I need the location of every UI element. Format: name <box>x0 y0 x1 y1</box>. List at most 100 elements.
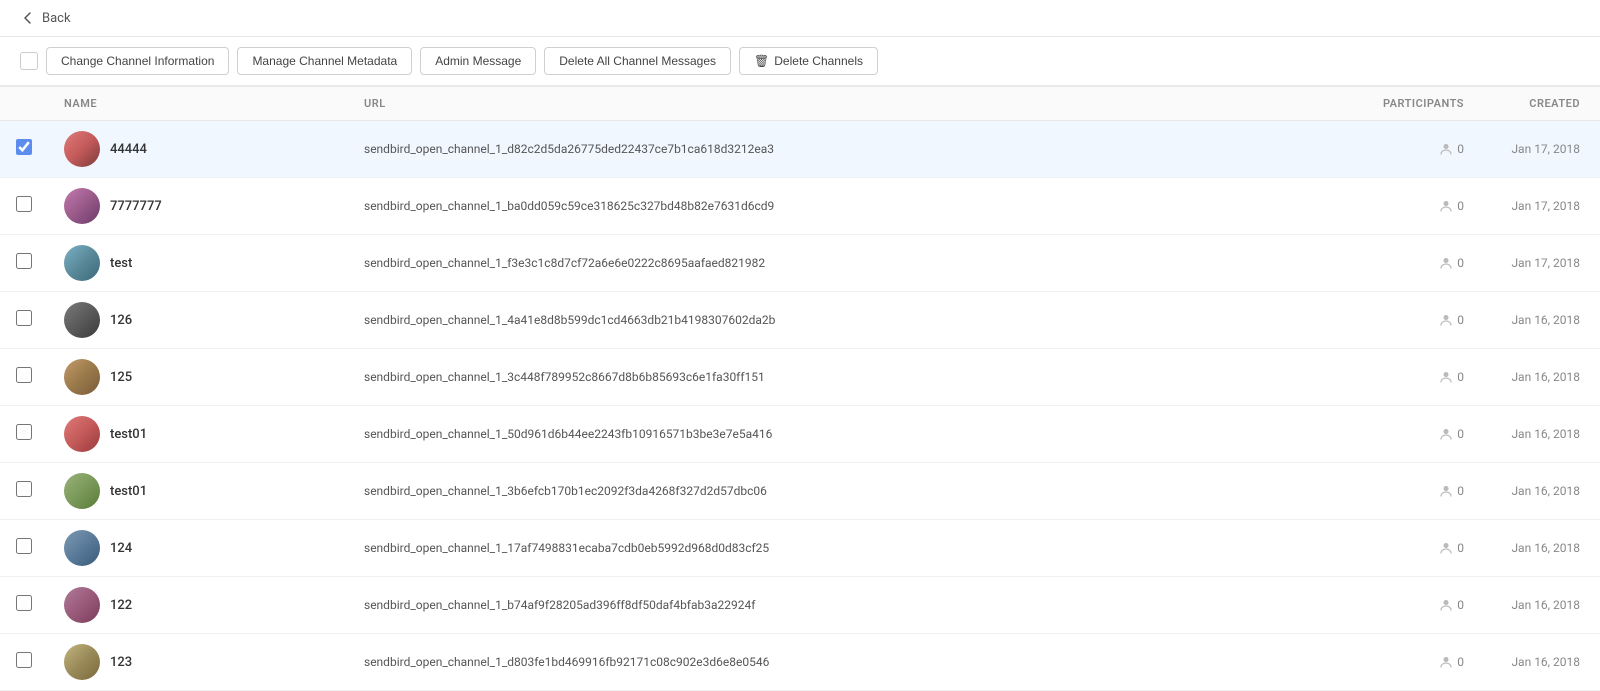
row-created-cell: Jan 16, 2018 <box>1480 406 1600 463</box>
row-created-cell: Jan 17, 2018 <box>1480 178 1600 235</box>
table-row: 7777777 sendbird_open_channel_1_ba0dd059… <box>0 178 1600 235</box>
col-header-created: CREATED <box>1480 87 1600 121</box>
manage-metadata-button[interactable]: Manage Channel Metadata <box>237 47 412 75</box>
row-url-cell: sendbird_open_channel_1_d803fe1bd469916f… <box>348 634 1360 691</box>
avatar <box>64 644 100 680</box>
table-row: 124 sendbird_open_channel_1_17af7498831e… <box>0 520 1600 577</box>
row-url-cell: sendbird_open_channel_1_17af7498831ecaba… <box>348 520 1360 577</box>
table-row: 122 sendbird_open_channel_1_b74af9f28205… <box>0 577 1600 634</box>
channel-name: 125 <box>110 370 132 385</box>
participants-icon <box>1439 199 1453 213</box>
row-checkbox-cell <box>0 178 48 235</box>
row-checkbox-cell <box>0 406 48 463</box>
back-label: Back <box>42 11 71 26</box>
row-url-cell: sendbird_open_channel_1_b74af9f28205ad39… <box>348 577 1360 634</box>
row-name-cell: test01 <box>48 406 348 463</box>
table-row: 44444 sendbird_open_channel_1_d82c2d5da2… <box>0 121 1600 178</box>
row-checkbox-cell <box>0 520 48 577</box>
select-all-checkbox[interactable] <box>20 52 38 70</box>
avatar <box>64 587 100 623</box>
participants-icon <box>1439 313 1453 327</box>
row-created-cell: Jan 16, 2018 <box>1480 634 1600 691</box>
row-name-cell: 126 <box>48 292 348 349</box>
row-name-cell: 122 <box>48 577 348 634</box>
row-checkbox-cell <box>0 292 48 349</box>
channel-name: 124 <box>110 541 132 556</box>
row-checkbox-cell <box>0 577 48 634</box>
participants-count: 0 <box>1457 541 1464 555</box>
participants-icon <box>1439 142 1453 156</box>
row-checkbox[interactable] <box>16 595 32 611</box>
row-checkbox[interactable] <box>16 424 32 440</box>
back-link[interactable]: Back <box>20 10 71 26</box>
table-row: 126 sendbird_open_channel_1_4a41e8d8b599… <box>0 292 1600 349</box>
row-name-cell: 44444 <box>48 121 348 178</box>
row-url-cell: sendbird_open_channel_1_50d961d6b44ee224… <box>348 406 1360 463</box>
participants-icon <box>1439 655 1453 669</box>
change-channel-info-button[interactable]: Change Channel Information <box>46 47 229 75</box>
back-arrow-icon <box>20 10 36 26</box>
participants-count: 0 <box>1457 256 1464 270</box>
participants-icon <box>1439 370 1453 384</box>
row-name-cell: test <box>48 235 348 292</box>
row-checkbox-cell <box>0 634 48 691</box>
col-header-participants: PARTICIPANTS <box>1360 87 1480 121</box>
row-name-cell: test01 <box>48 463 348 520</box>
table-row: 123 sendbird_open_channel_1_d803fe1bd469… <box>0 634 1600 691</box>
row-checkbox-cell <box>0 121 48 178</box>
avatar <box>64 188 100 224</box>
row-name-cell: 124 <box>48 520 348 577</box>
trash-icon: 🗑 <box>754 54 769 68</box>
row-created-cell: Jan 16, 2018 <box>1480 463 1600 520</box>
participants-count: 0 <box>1457 427 1464 441</box>
avatar <box>64 359 100 395</box>
row-checkbox[interactable] <box>16 310 32 326</box>
row-name-cell: 7777777 <box>48 178 348 235</box>
row-url-cell: sendbird_open_channel_1_3b6efcb170b1ec20… <box>348 463 1360 520</box>
participants-count: 0 <box>1457 655 1464 669</box>
avatar <box>64 131 100 167</box>
row-checkbox[interactable] <box>16 253 32 269</box>
channel-name: 126 <box>110 313 132 328</box>
row-url-cell: sendbird_open_channel_1_3c448f789952c866… <box>348 349 1360 406</box>
avatar <box>64 473 100 509</box>
row-checkbox[interactable] <box>16 481 32 497</box>
row-participants-cell: 0 <box>1360 178 1480 235</box>
col-header-name: NAME <box>48 87 348 121</box>
row-checkbox-cell <box>0 235 48 292</box>
channel-name: test01 <box>110 427 147 442</box>
admin-message-button[interactable]: Admin Message <box>420 47 536 75</box>
row-checkbox-cell <box>0 463 48 520</box>
avatar <box>64 416 100 452</box>
delete-all-messages-button[interactable]: Delete All Channel Messages <box>544 47 731 75</box>
participants-icon <box>1439 598 1453 612</box>
row-created-cell: Jan 16, 2018 <box>1480 577 1600 634</box>
row-participants-cell: 0 <box>1360 235 1480 292</box>
row-name-cell: 125 <box>48 349 348 406</box>
row-participants-cell: 0 <box>1360 520 1480 577</box>
row-participants-cell: 0 <box>1360 292 1480 349</box>
row-created-cell: Jan 17, 2018 <box>1480 235 1600 292</box>
channel-name: 44444 <box>110 142 147 157</box>
participants-count: 0 <box>1457 142 1464 156</box>
avatar <box>64 245 100 281</box>
row-participants-cell: 0 <box>1360 349 1480 406</box>
table-row: 125 sendbird_open_channel_1_3c448f789952… <box>0 349 1600 406</box>
row-checkbox[interactable] <box>16 367 32 383</box>
avatar <box>64 302 100 338</box>
row-participants-cell: 0 <box>1360 634 1480 691</box>
row-checkbox[interactable] <box>16 538 32 554</box>
row-participants-cell: 0 <box>1360 463 1480 520</box>
row-checkbox[interactable] <box>16 139 32 155</box>
participants-count: 0 <box>1457 484 1464 498</box>
row-created-cell: Jan 16, 2018 <box>1480 349 1600 406</box>
row-checkbox[interactable] <box>16 652 32 668</box>
row-checkbox[interactable] <box>16 196 32 212</box>
delete-channels-button[interactable]: 🗑 Delete Channels <box>739 47 878 75</box>
participants-icon <box>1439 256 1453 270</box>
participants-count: 0 <box>1457 199 1464 213</box>
row-name-cell: 123 <box>48 634 348 691</box>
col-header-url: URL <box>348 87 1360 121</box>
channel-name: test <box>110 256 132 271</box>
row-url-cell: sendbird_open_channel_1_4a41e8d8b599dc1c… <box>348 292 1360 349</box>
